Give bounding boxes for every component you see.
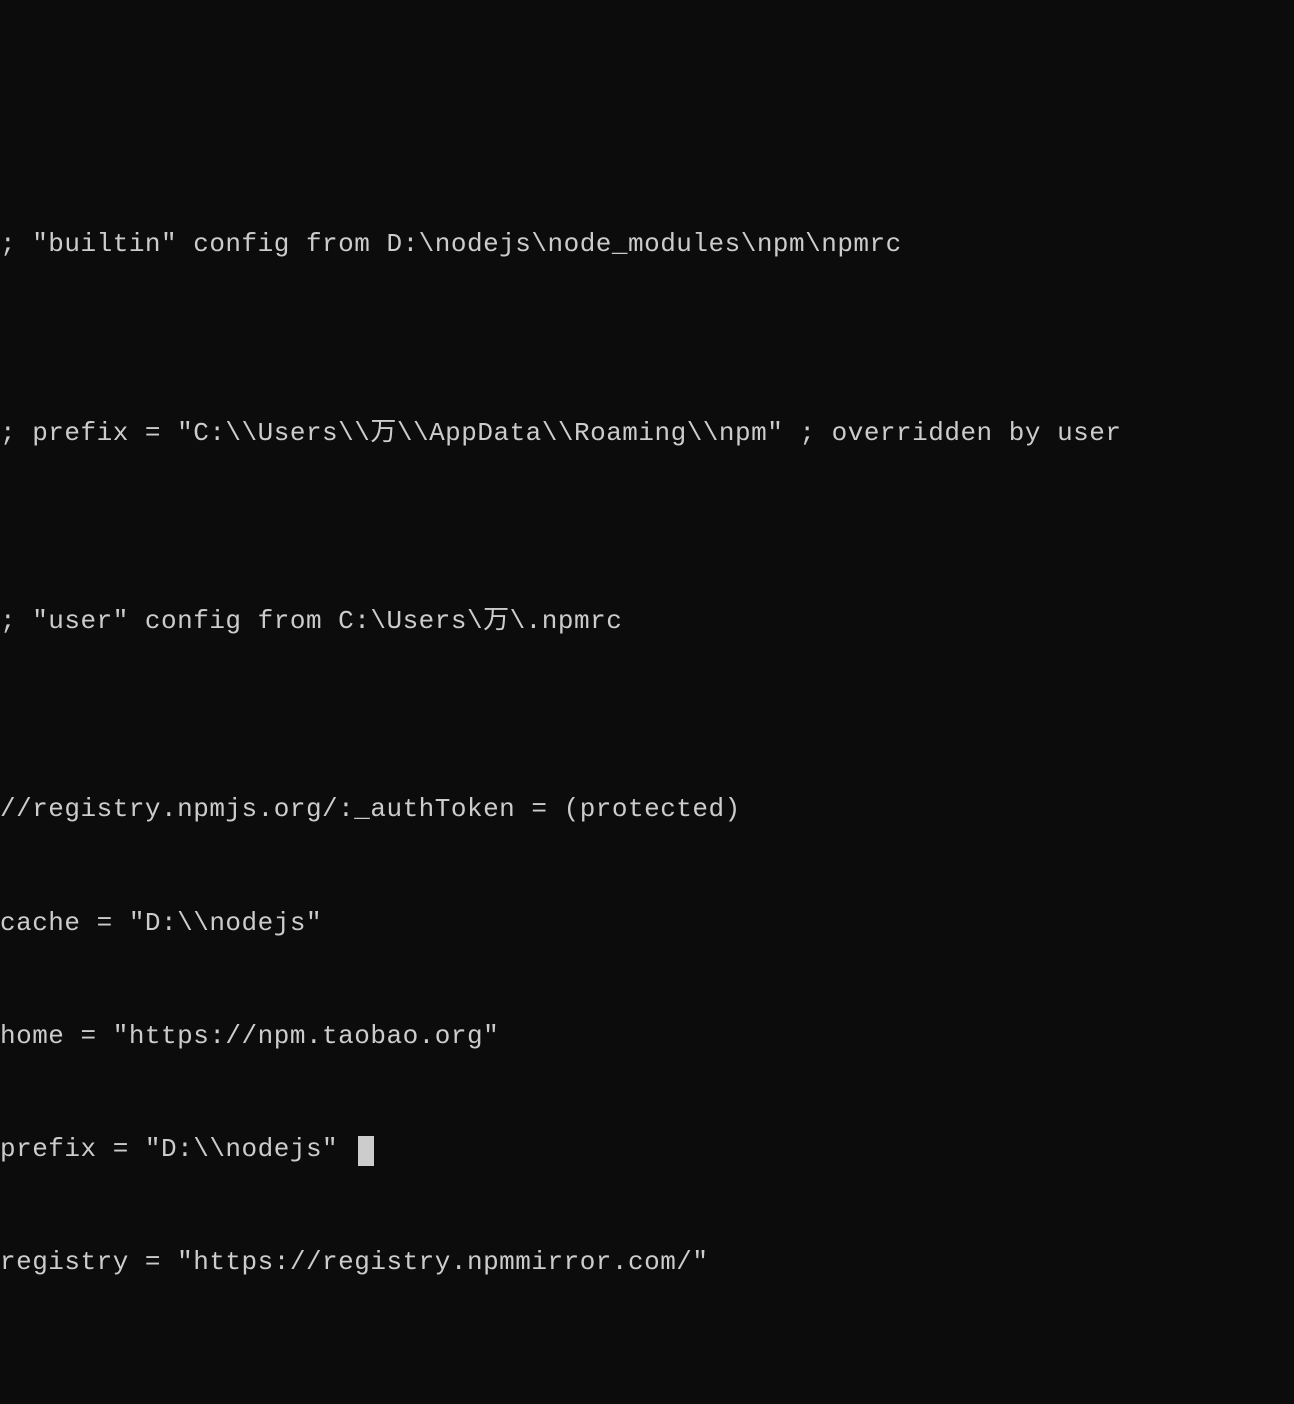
output-line: cache = "D:\\nodejs"	[0, 905, 1294, 943]
output-line: prefix = "D:\\nodejs"	[0, 1131, 1294, 1169]
output-line: ; prefix = "C:\\Users\\万\\AppData\\Roami…	[0, 415, 1294, 453]
output-line: //registry.npmjs.org/:_authToken = (prot…	[0, 791, 1294, 829]
output-line: registry = "https://registry.npmmirror.c…	[0, 1244, 1294, 1282]
output-line: ; "user" config from C:\Users\万\.npmrc	[0, 603, 1294, 641]
output-line: ; "builtin" config from D:\nodejs\node_m…	[0, 226, 1294, 264]
output-text: prefix = "D:\\nodejs"	[0, 1134, 354, 1164]
cursor-icon	[358, 1136, 374, 1166]
terminal-output[interactable]: ; "builtin" config from D:\nodejs\node_m…	[0, 151, 1294, 1404]
output-line: home = "https://npm.taobao.org"	[0, 1018, 1294, 1056]
